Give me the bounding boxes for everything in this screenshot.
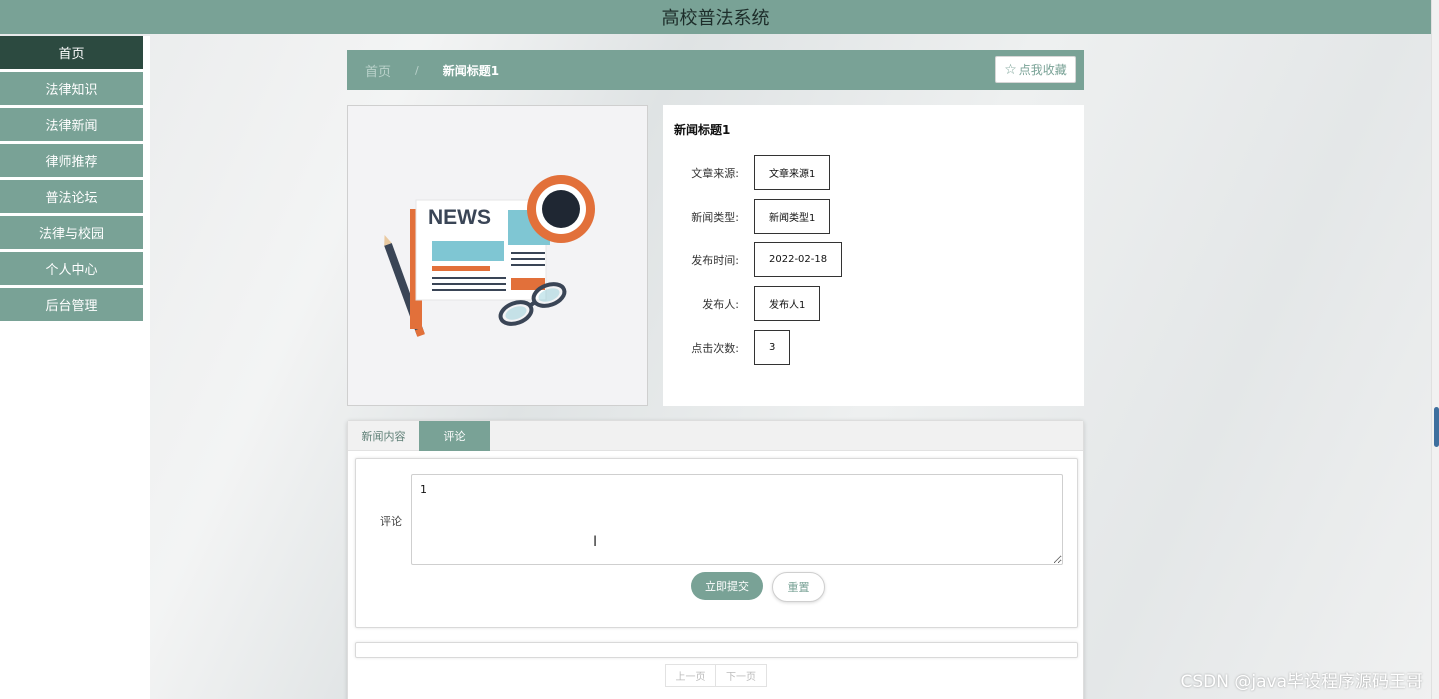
nav-item-legal-news[interactable]: 法律新闻 bbox=[0, 108, 143, 141]
comment-label: 评论 bbox=[380, 515, 402, 528]
nav-item-home[interactable]: 首页 bbox=[0, 36, 143, 69]
nav-item-label: 普法论坛 bbox=[45, 191, 98, 206]
news-image-panel: NEWS bbox=[347, 105, 648, 406]
reset-button[interactable]: 重置 bbox=[772, 572, 825, 602]
news-headline-text: NEWS bbox=[428, 206, 491, 229]
tab-header: 新闻内容 评论 bbox=[348, 421, 1083, 451]
nav-item-label: 法律知识 bbox=[45, 83, 98, 98]
comment-form: 评论 立即提交 重置 bbox=[355, 458, 1078, 628]
star-outline-icon: ☆ bbox=[1004, 61, 1017, 78]
news-detail-panel: 新闻标题1 文章来源: 文章来源1 新闻类型: 新闻类型1 发布时间: 2022… bbox=[663, 105, 1084, 406]
detail-value: 发布人1 bbox=[754, 286, 821, 321]
detail-value: 新闻类型1 bbox=[754, 199, 831, 234]
detail-value: 2022-02-18 bbox=[754, 242, 843, 277]
detail-label: 新闻类型: bbox=[691, 210, 739, 224]
page-scrollbar[interactable] bbox=[1431, 0, 1439, 699]
watermark: CSDN @java毕设程序源码王哥 bbox=[1180, 672, 1424, 692]
detail-label: 点击次数: bbox=[691, 341, 739, 355]
breadcrumb-separator: / bbox=[415, 63, 419, 77]
prev-page-button[interactable]: 上一页 bbox=[665, 664, 716, 687]
nav-item-legal-knowledge[interactable]: 法律知识 bbox=[0, 72, 143, 105]
detail-row-publish-time: 发布时间: 2022-02-18 bbox=[663, 242, 843, 277]
text-cursor-icon: I bbox=[593, 534, 598, 550]
detail-value: 3 bbox=[754, 330, 791, 365]
sidebar: 首页 法律知识 法律新闻 律师推荐 普法论坛 法律与校园 个人中心 后台管理 bbox=[0, 36, 150, 699]
nav-item-label: 法律新闻 bbox=[45, 119, 98, 134]
news-title: 新闻标题1 bbox=[674, 123, 731, 137]
detail-row-source: 文章来源: 文章来源1 bbox=[663, 155, 831, 190]
nav-item-forum[interactable]: 普法论坛 bbox=[0, 180, 143, 213]
nav-item-label: 法律与校园 bbox=[38, 227, 104, 242]
news-illustration: NEWS bbox=[384, 175, 595, 337]
comment-list bbox=[355, 642, 1078, 658]
submit-comment-button[interactable]: 立即提交 bbox=[691, 572, 763, 600]
tab-news-content[interactable]: 新闻内容 bbox=[348, 421, 419, 451]
nav-item-personal-center[interactable]: 个人中心 bbox=[0, 252, 143, 285]
tab-comments[interactable]: 评论 bbox=[419, 421, 490, 451]
nav-item-label: 律师推荐 bbox=[45, 155, 98, 170]
tab-section: 新闻内容 评论 评论 立即提交 重置 上一页 下一页 bbox=[347, 420, 1084, 699]
nav-item-label: 后台管理 bbox=[45, 299, 98, 314]
nav-item-law-campus[interactable]: 法律与校园 bbox=[0, 216, 143, 249]
breadcrumb: 首页 / 新闻标题1 ☆ 点我收藏 bbox=[347, 50, 1084, 90]
nav-item-label: 首页 bbox=[58, 47, 85, 62]
detail-row-publisher: 发布人: 发布人1 bbox=[663, 286, 821, 321]
detail-label: 文章来源: bbox=[691, 166, 739, 180]
nav-item-lawyer-recommend[interactable]: 律师推荐 bbox=[0, 144, 143, 177]
comment-input[interactable] bbox=[411, 474, 1063, 565]
detail-row-type: 新闻类型: 新闻类型1 bbox=[663, 199, 831, 234]
nav-item-admin[interactable]: 后台管理 bbox=[0, 288, 143, 321]
scrollbar-thumb[interactable] bbox=[1434, 407, 1439, 447]
app-title: 高校普法系统 bbox=[661, 8, 770, 29]
breadcrumb-home-link[interactable]: 首页 bbox=[365, 61, 391, 80]
detail-label: 发布时间: bbox=[691, 253, 739, 267]
pagination: 上一页 下一页 bbox=[665, 664, 767, 687]
app-title-bar: 高校普法系统 bbox=[0, 0, 1431, 34]
next-page-button[interactable]: 下一页 bbox=[716, 664, 767, 687]
detail-label: 发布人: bbox=[702, 297, 739, 311]
breadcrumb-current: 新闻标题1 bbox=[442, 63, 500, 78]
detail-row-click-count: 点击次数: 3 bbox=[663, 330, 791, 365]
favorite-label: 点我收藏 bbox=[1018, 63, 1067, 77]
detail-value: 文章来源1 bbox=[754, 155, 831, 190]
favorite-button[interactable]: ☆ 点我收藏 bbox=[995, 56, 1076, 83]
nav-item-label: 个人中心 bbox=[45, 263, 98, 278]
